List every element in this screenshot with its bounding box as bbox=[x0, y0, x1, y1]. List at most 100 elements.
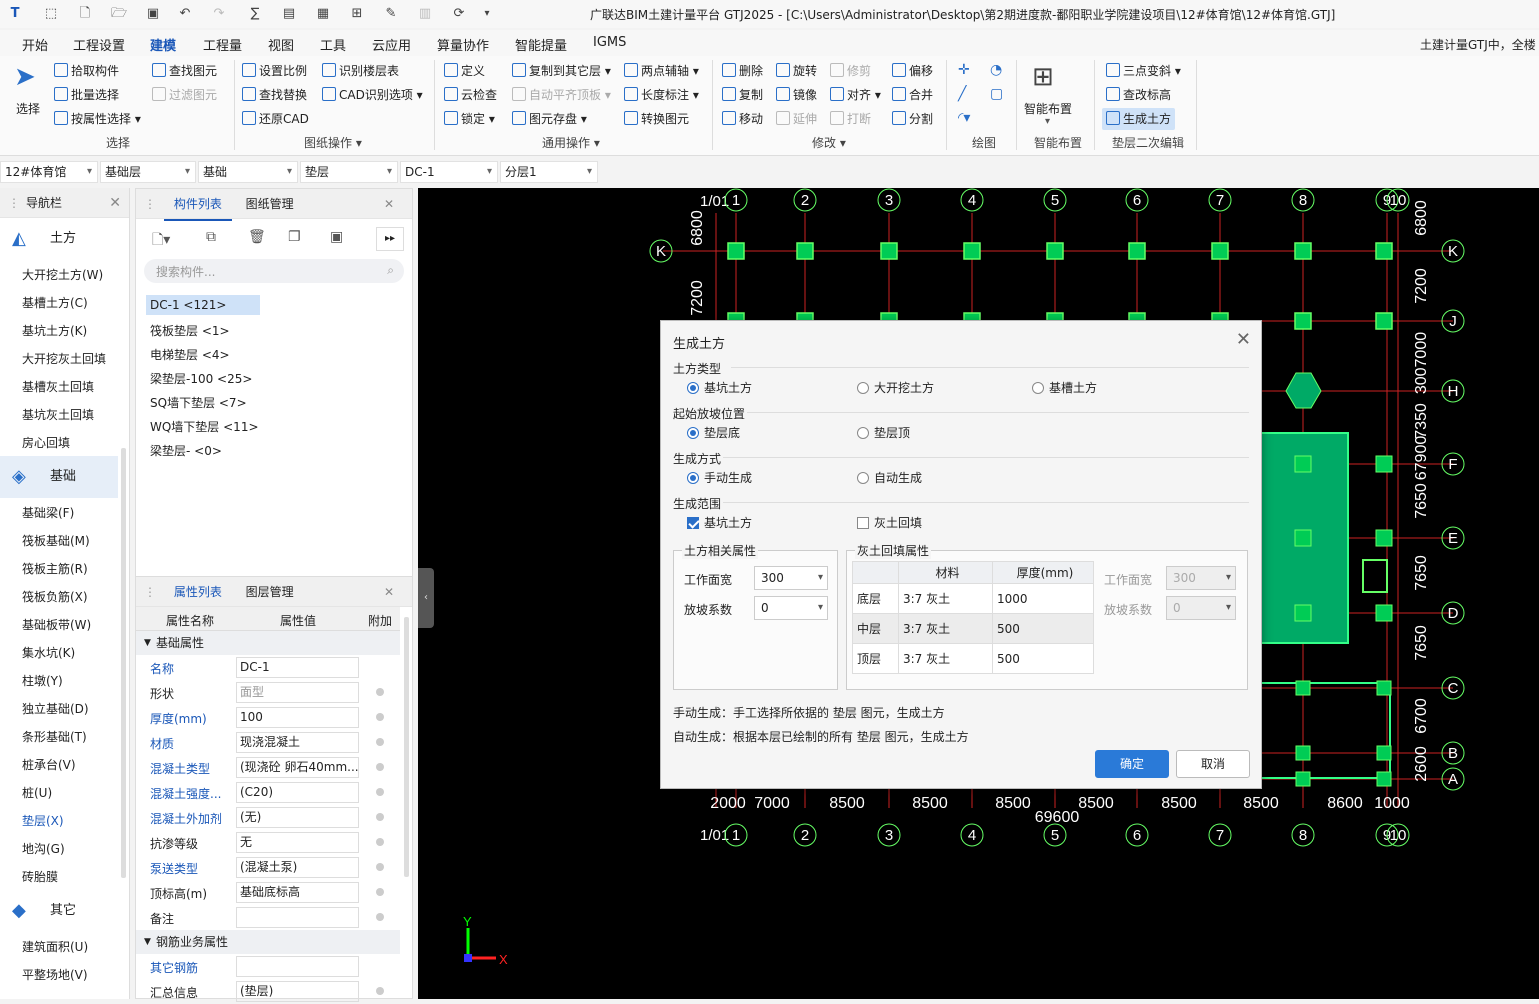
merge-button[interactable]: 合并 bbox=[892, 84, 933, 106]
nav-item[interactable]: 集水坑(K) bbox=[22, 644, 75, 661]
select-big-button[interactable]: 选择 bbox=[16, 100, 40, 117]
nav-item[interactable]: 基槽灰土回填 bbox=[22, 378, 94, 395]
extra-flag-icon[interactable] bbox=[376, 713, 384, 721]
nav-item-active[interactable]: 垫层(X) bbox=[22, 812, 64, 829]
formula-icon[interactable]: ∑ bbox=[246, 5, 264, 23]
break-button[interactable]: 打断 bbox=[830, 108, 871, 130]
convert-element-button[interactable]: 转换图元 bbox=[624, 108, 689, 130]
grid-icon[interactable]: ▦ bbox=[314, 5, 332, 23]
drag-handle-icon[interactable]: ⋮ bbox=[136, 189, 160, 219]
pen-icon[interactable]: ✎ bbox=[382, 5, 400, 23]
nav-item[interactable]: 条形基础(T) bbox=[22, 728, 87, 745]
layer-thickness[interactable]: 1000 bbox=[992, 583, 1094, 614]
type-select[interactable]: 垫层 bbox=[300, 161, 398, 183]
layer-material[interactable]: 3:7 灰土 bbox=[898, 583, 993, 614]
nav-item[interactable]: 筏板主筋(R) bbox=[22, 560, 88, 577]
nav-item[interactable]: 桩(U) bbox=[22, 784, 52, 801]
delete-component-icon[interactable]: 🗑 bbox=[248, 229, 266, 245]
tab-layer-manage[interactable]: 图层管理 bbox=[236, 577, 304, 607]
select-by-attr-button[interactable]: 按属性选择 ▾ bbox=[54, 108, 141, 130]
extend-button[interactable]: 延伸 bbox=[776, 108, 817, 130]
close-icon[interactable]: ✕ bbox=[374, 189, 404, 219]
prop-value[interactable]: 面型 bbox=[236, 682, 359, 703]
menu-start[interactable]: 开始 bbox=[22, 35, 48, 54]
layer-material[interactable]: 3:7 灰土 bbox=[898, 643, 993, 674]
nav-item[interactable]: 大开挖土方(W) bbox=[22, 266, 103, 283]
prop-value[interactable]: 100 bbox=[236, 707, 359, 728]
layer-thickness[interactable]: 500 bbox=[992, 613, 1094, 644]
nav-cat-other[interactable]: ◆ 其它 bbox=[0, 890, 118, 932]
new-file-icon[interactable]: 🗋 bbox=[76, 5, 94, 23]
table-row[interactable]: 中层 3:7 灰土 500 bbox=[852, 613, 1094, 644]
fill-slope-select[interactable]: 0 bbox=[1166, 596, 1236, 620]
new-component-icon[interactable]: 🗋▾ bbox=[152, 229, 170, 253]
nav-item[interactable]: 筏板负筋(X) bbox=[22, 588, 88, 605]
radio-pit-earth[interactable]: 基坑土方 bbox=[687, 379, 752, 396]
menu-quantity[interactable]: 工程量 bbox=[203, 35, 242, 54]
layer-material[interactable]: 3:7 灰土 bbox=[898, 613, 993, 644]
find-replace-button[interactable]: 查找替换 bbox=[242, 84, 307, 106]
category-select[interactable]: 基础 bbox=[198, 161, 298, 183]
pick-component-button[interactable]: 拾取构件 bbox=[54, 60, 119, 82]
floor-select[interactable]: 基础层 bbox=[100, 161, 196, 183]
tab-drawing-manage[interactable]: 图纸管理 bbox=[236, 189, 304, 219]
radio-auto[interactable]: 自动生成 bbox=[857, 469, 922, 486]
nav-item[interactable]: 基础板带(W) bbox=[22, 616, 91, 633]
nav-item[interactable]: 平整场地(V) bbox=[22, 966, 88, 983]
length-dim-button[interactable]: 长度标注 ▾ bbox=[624, 84, 699, 106]
menu-tools[interactable]: 工具 bbox=[320, 35, 346, 54]
nav-cat-earthwork[interactable]: ◭ 土方 bbox=[0, 218, 118, 260]
prop-value[interactable]: 现浇混凝土 bbox=[236, 732, 359, 753]
filter-element-button[interactable]: 过滤图元 bbox=[152, 84, 217, 106]
menu-collab[interactable]: 算量协作 bbox=[437, 35, 489, 54]
prop-scrollbar[interactable] bbox=[404, 617, 409, 877]
drag-handle-icon[interactable]: ⋮ bbox=[8, 188, 20, 218]
prop-value[interactable]: 基础底标高 bbox=[236, 882, 359, 903]
prop-value[interactable]: 无 bbox=[236, 832, 359, 853]
close-icon[interactable]: ✕ bbox=[109, 188, 121, 218]
component-item[interactable]: 电梯垫层 <4> bbox=[150, 346, 230, 363]
cloud-check-button[interactable]: 云检查 bbox=[444, 84, 497, 106]
split-button[interactable]: 分割 bbox=[892, 108, 933, 130]
nav-item[interactable]: 基坑灰土回填 bbox=[22, 406, 94, 423]
rotate-button[interactable]: 旋转 bbox=[776, 60, 817, 82]
nav-item[interactable]: 柱墩(Y) bbox=[22, 672, 63, 689]
ok-button[interactable]: 确定 bbox=[1095, 750, 1169, 778]
prop-value[interactable] bbox=[236, 907, 359, 928]
offset-button[interactable]: 偏移 bbox=[892, 60, 933, 82]
copy-to-layer-button[interactable]: 复制到其它层 ▾ bbox=[512, 60, 611, 82]
three-point-slope-button[interactable]: 三点变斜 ▾ bbox=[1106, 60, 1181, 82]
mirror-button[interactable]: 镜像 bbox=[776, 84, 817, 106]
fill-width-select[interactable]: 300 bbox=[1166, 566, 1236, 590]
nav-item[interactable]: 建筑面积(U) bbox=[22, 938, 88, 955]
nav-item[interactable]: 基坑土方(K) bbox=[22, 322, 87, 339]
auto-align-slab-button[interactable]: 自动平齐顶板 ▾ bbox=[512, 84, 611, 106]
tab-property-list[interactable]: 属性列表 bbox=[163, 577, 232, 609]
set-scale-button[interactable]: 设置比例 bbox=[242, 60, 307, 82]
move-button[interactable]: 移动 bbox=[722, 108, 763, 130]
identify-floor-table-button[interactable]: 识别楼层表 bbox=[322, 60, 399, 82]
layer-thickness[interactable]: 500 bbox=[992, 643, 1094, 674]
radio-cushion-top[interactable]: 垫层顶 bbox=[857, 424, 910, 441]
select-icon[interactable]: ⬚ bbox=[42, 5, 60, 23]
component-item[interactable]: 梁垫层-100 <25> bbox=[150, 370, 252, 387]
extra-flag-icon[interactable] bbox=[376, 763, 384, 771]
component-search[interactable]: 搜索构件... ⌕ bbox=[144, 259, 404, 283]
delete-button[interactable]: 删除 bbox=[722, 60, 763, 82]
column-icon[interactable]: ▥ bbox=[416, 5, 434, 23]
lock-button[interactable]: 锁定 ▾ bbox=[444, 108, 495, 130]
nav-cat-foundation[interactable]: ◈ 基础 bbox=[0, 456, 118, 498]
work-width-select[interactable]: 300 bbox=[754, 566, 828, 590]
prop-value[interactable]: (现浇砼 卵石40mm... bbox=[236, 757, 359, 778]
dialog-close-icon[interactable]: ✕ bbox=[1236, 329, 1251, 350]
copy-component-icon[interactable]: ⧉ bbox=[206, 229, 216, 245]
more-icon[interactable]: ▾ bbox=[478, 5, 496, 23]
nav-item[interactable]: 地沟(G) bbox=[22, 840, 65, 857]
radio-cushion-bottom[interactable]: 垫层底 bbox=[687, 424, 740, 441]
nav-item[interactable]: 大开挖灰土回填 bbox=[22, 350, 106, 367]
prop-value[interactable]: (C20) bbox=[236, 782, 359, 803]
duplicate-component-icon[interactable]: ❐ bbox=[288, 229, 301, 245]
nav-scrollbar[interactable] bbox=[121, 448, 126, 878]
line-draw-icon[interactable]: ╱ bbox=[958, 86, 966, 102]
extra-flag-icon[interactable] bbox=[376, 738, 384, 746]
